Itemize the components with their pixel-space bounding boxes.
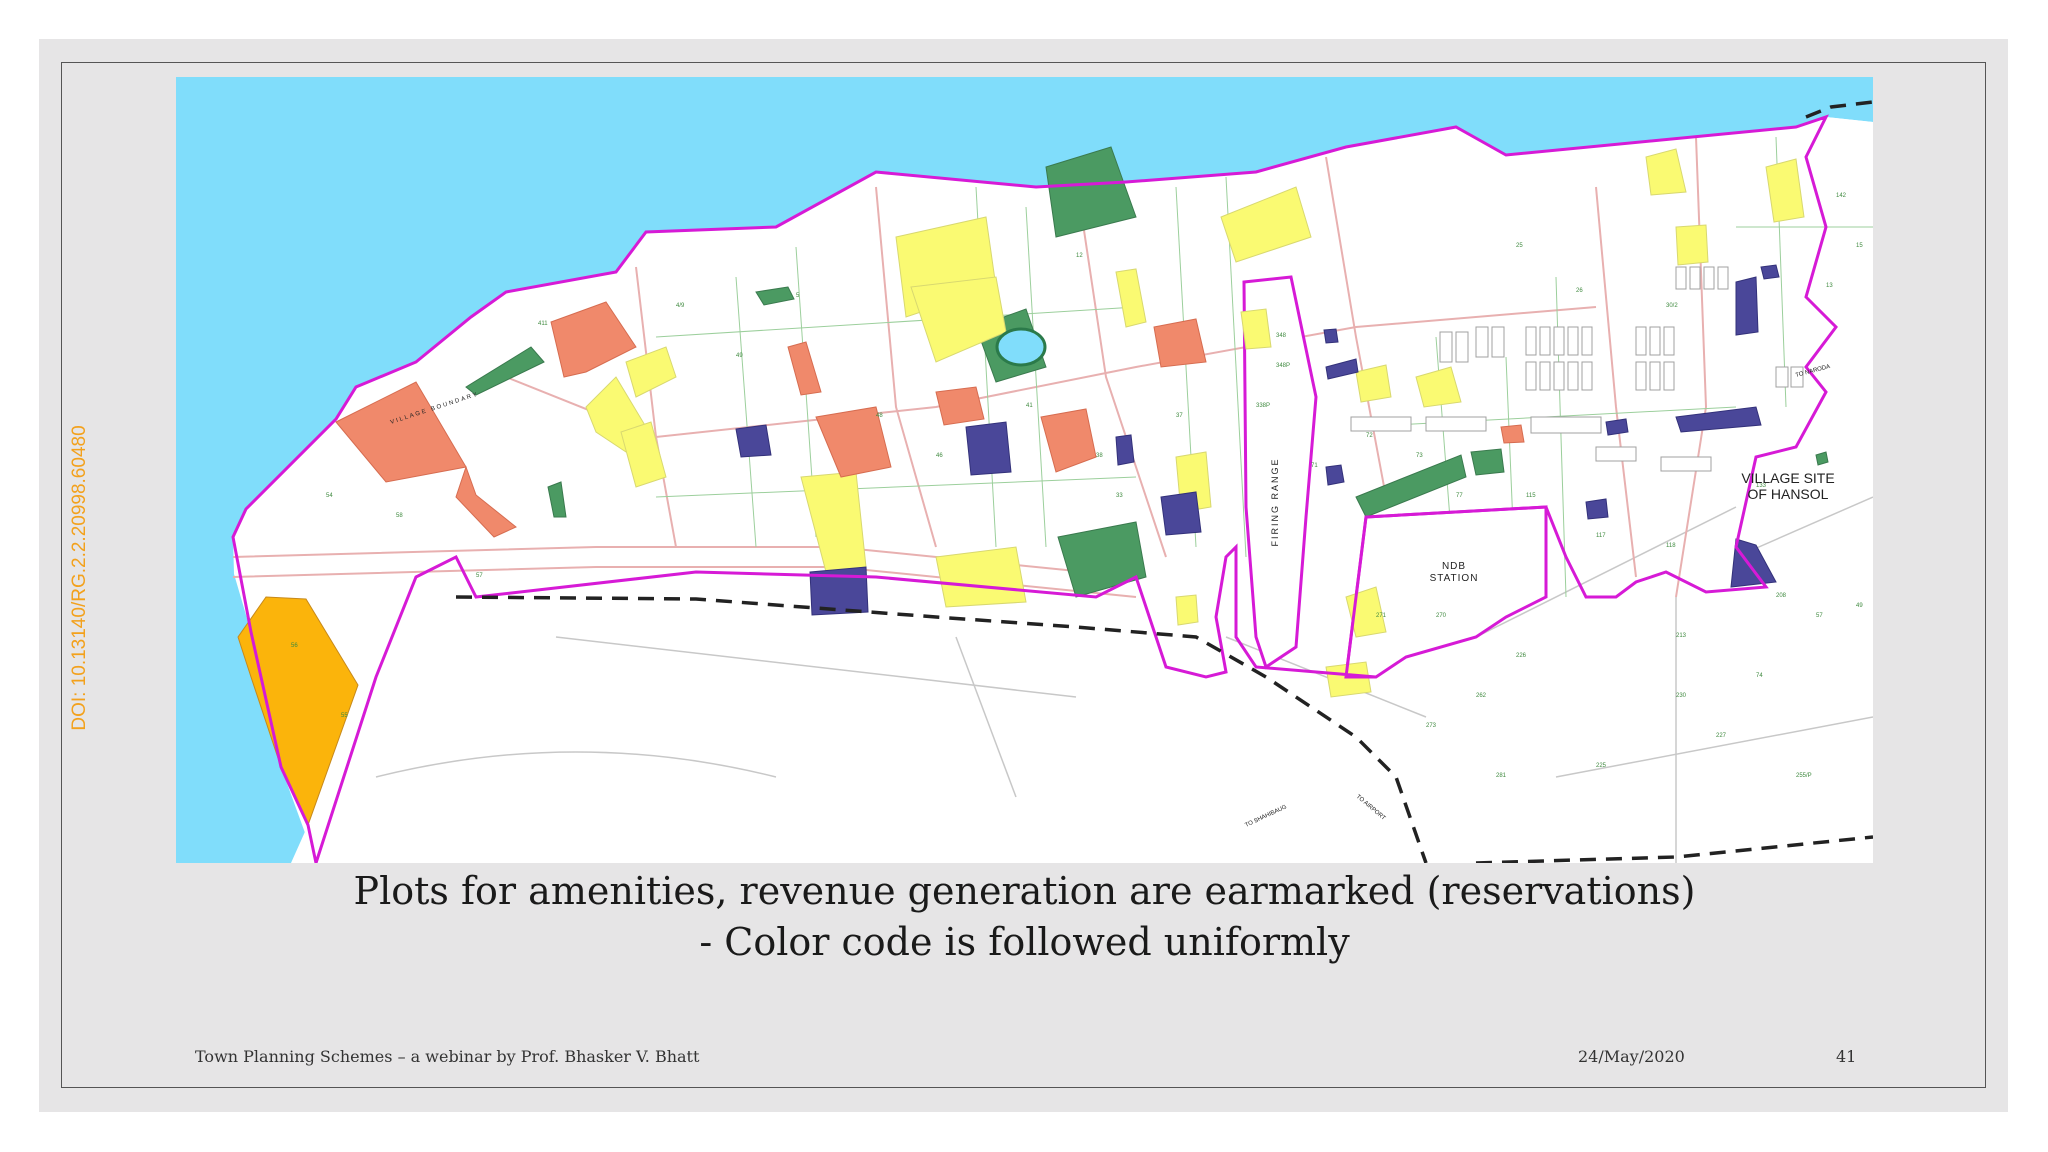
svg-text:30/2: 30/2: [1666, 303, 1678, 309]
caption-line-2: - Color code is followed uniformly: [699, 920, 1350, 964]
svg-text:72: 72: [1366, 433, 1373, 439]
svg-text:57: 57: [1816, 613, 1823, 619]
svg-text:348: 348: [1276, 333, 1287, 339]
doi-label: DOI: 10.13140/RG.2.2.20998.60480: [69, 425, 90, 731]
svg-text:13: 13: [1826, 283, 1833, 289]
svg-text:26: 26: [1576, 288, 1583, 294]
svg-text:262: 262: [1476, 693, 1487, 699]
svg-text:38: 38: [1096, 453, 1103, 459]
svg-text:46: 46: [936, 453, 943, 459]
slide-caption: Plots for amenities, revenue generation …: [176, 866, 1873, 968]
svg-text:71: 71: [1311, 463, 1318, 469]
page-number: 41: [1836, 1047, 1857, 1066]
svg-text:37: 37: [1176, 413, 1183, 419]
water-tank: [995, 327, 1047, 367]
svg-text:73: 73: [1416, 453, 1423, 459]
svg-text:225: 225: [1596, 763, 1607, 769]
svg-text:348P: 348P: [1276, 363, 1290, 369]
svg-text:49: 49: [1856, 603, 1863, 609]
svg-text:33: 33: [1116, 493, 1123, 499]
svg-text:48: 48: [876, 413, 883, 419]
svg-text:255/P: 255/P: [1796, 773, 1812, 779]
svg-text:117: 117: [1596, 533, 1606, 539]
village-site-label-2: OF HANSOL: [1748, 486, 1829, 502]
village-site-label-1: VILLAGE SITE: [1741, 470, 1834, 486]
svg-text:411: 411: [538, 321, 548, 327]
svg-text:208: 208: [1776, 593, 1787, 599]
svg-text:270: 270: [1436, 613, 1447, 619]
caption-line-1: Plots for amenities, revenue generation …: [353, 869, 1696, 913]
svg-text:57: 57: [476, 573, 483, 579]
svg-text:55: 55: [341, 713, 348, 719]
svg-text:41: 41: [1026, 403, 1033, 409]
svg-text:49: 49: [736, 353, 743, 359]
town-planning-map: 54 58 57 56 55 411 4/9 49 5 48 46 41 38 33 37 71 72…: [176, 77, 1873, 863]
svg-text:230: 230: [1676, 693, 1687, 699]
svg-text:15: 15: [1856, 243, 1863, 249]
svg-text:25: 25: [1516, 243, 1523, 249]
svg-text:56: 56: [291, 643, 298, 649]
ndb-label-2: STATION: [1430, 573, 1479, 584]
footer-date: 24/May/2020: [1578, 1047, 1685, 1066]
ndb-label-1: NDB: [1442, 561, 1466, 572]
svg-text:226: 226: [1516, 653, 1527, 659]
map-svg: 545857 5655411 4/9495 484641 383337 7172…: [176, 77, 1873, 863]
svg-text:213: 213: [1676, 633, 1687, 639]
svg-text:74: 74: [1756, 673, 1763, 679]
svg-text:118: 118: [1666, 543, 1676, 549]
svg-text:58: 58: [396, 513, 403, 519]
svg-text:115: 115: [1526, 493, 1536, 499]
svg-text:271: 271: [1376, 613, 1387, 619]
svg-text:338P: 338P: [1256, 403, 1270, 409]
svg-text:12: 12: [1076, 253, 1083, 259]
firing-range-label: FIRING RANGE: [1270, 457, 1280, 546]
svg-text:227: 227: [1716, 733, 1727, 739]
svg-text:142: 142: [1836, 193, 1847, 199]
svg-text:273: 273: [1426, 723, 1437, 729]
footer-title: Town Planning Schemes – a webinar by Pro…: [195, 1047, 700, 1066]
svg-text:281: 281: [1496, 773, 1507, 779]
svg-text:4/9: 4/9: [676, 303, 685, 309]
svg-text:77: 77: [1456, 493, 1463, 499]
svg-text:54: 54: [326, 493, 333, 499]
